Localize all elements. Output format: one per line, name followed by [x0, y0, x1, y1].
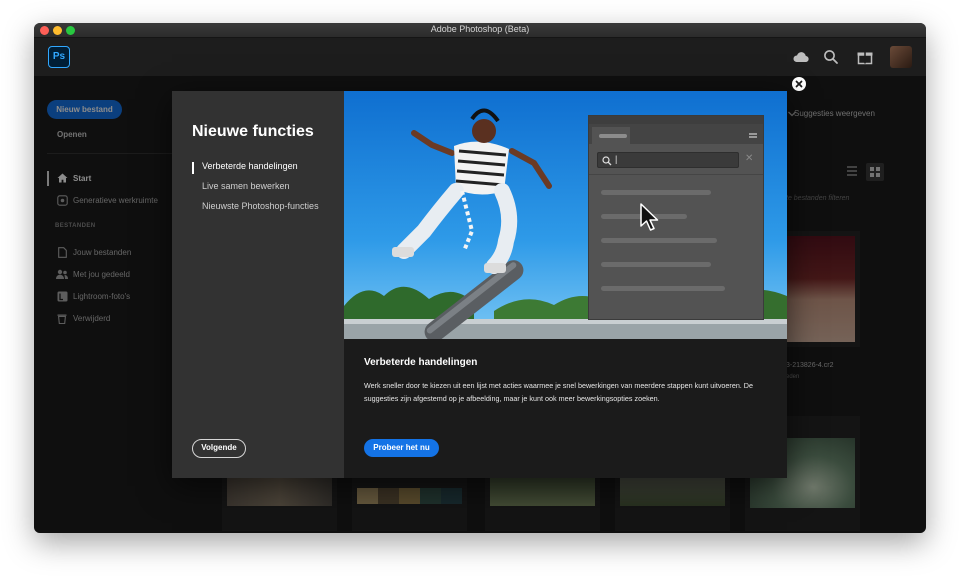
title-bar: Adobe Photoshop (Beta): [34, 23, 926, 38]
whats-new-dialog: Nieuwe functies Verbeterde handelingen L…: [172, 91, 787, 478]
panel-tab-row: [589, 124, 763, 144]
close-icon: [795, 80, 803, 88]
panel-tab: [592, 127, 630, 144]
close-modal-button[interactable]: [792, 77, 806, 91]
feature-item-latest-features[interactable]: Nieuwste Photoshop-functies: [202, 201, 319, 211]
photoshop-logo[interactable]: Ps: [48, 46, 70, 68]
panel-header: [589, 116, 763, 124]
feature-item-improved-actions[interactable]: Verbeterde handelingen: [202, 161, 298, 171]
panel-list-item: [601, 286, 725, 291]
feature-heading: Verbeterde handelingen: [364, 357, 478, 368]
feature-active-marker: [192, 162, 194, 174]
dialog-nav-panel: Nieuwe functies Verbeterde handelingen L…: [172, 91, 344, 478]
window-title: Adobe Photoshop (Beta): [430, 24, 530, 34]
search-icon[interactable]: [822, 48, 840, 66]
try-now-button[interactable]: Probeer het nu: [364, 439, 439, 457]
clear-search-icon: ✕: [745, 153, 754, 164]
next-button[interactable]: Volgende: [192, 439, 246, 458]
panel-list-item: [601, 262, 711, 267]
panel-tab-label: [599, 134, 627, 138]
feature-hero-image: | ✕: [344, 91, 787, 339]
user-avatar[interactable]: [890, 46, 912, 68]
magic-search-icon: [602, 156, 612, 166]
actions-panel-mockup: | ✕: [588, 115, 764, 320]
feature-item-live-coediting[interactable]: Live samen bewerken: [202, 181, 290, 191]
panel-search-value: |: [615, 154, 618, 164]
cloud-icon[interactable]: [792, 48, 810, 66]
dialog-title: Nieuwe functies: [192, 123, 314, 140]
feature-description: Werk sneller door te kiezen uit een lijs…: [364, 381, 753, 403]
app-bar: Ps: [34, 38, 926, 76]
gift-icon[interactable]: [856, 48, 874, 66]
mouse-cursor-icon: [640, 203, 659, 231]
dialog-body: Verbeterde handelingen Werk sneller door…: [344, 339, 787, 478]
panel-search-field: |: [597, 152, 739, 168]
panel-list-item: [601, 238, 717, 243]
panel-list-item: [601, 190, 711, 195]
panel-separator: [589, 174, 763, 175]
panel-menu-icon: [749, 133, 757, 138]
